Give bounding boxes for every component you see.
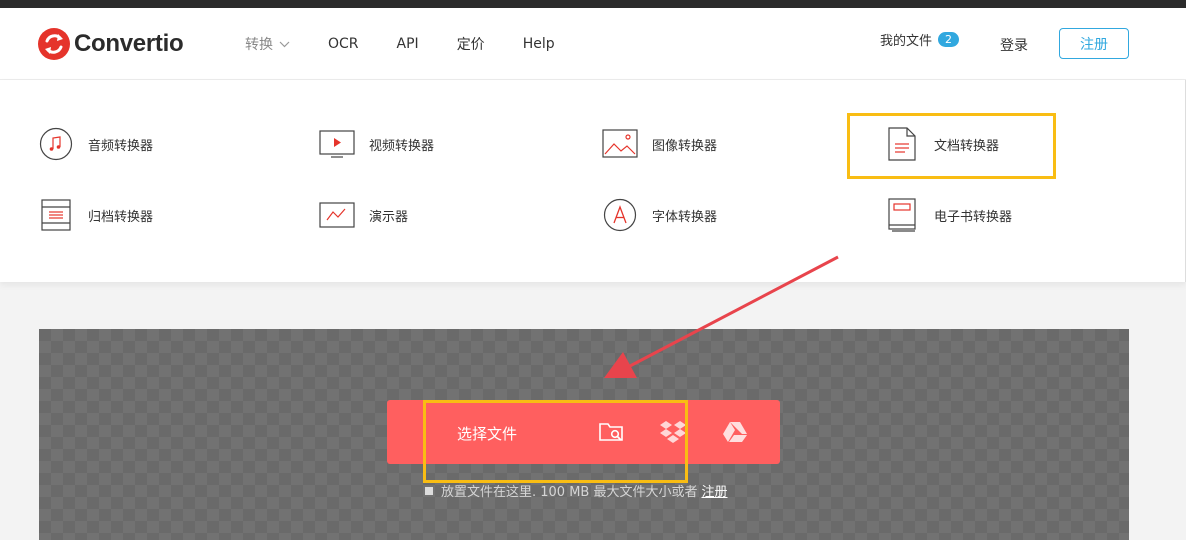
annotation-arrow [604,255,839,378]
